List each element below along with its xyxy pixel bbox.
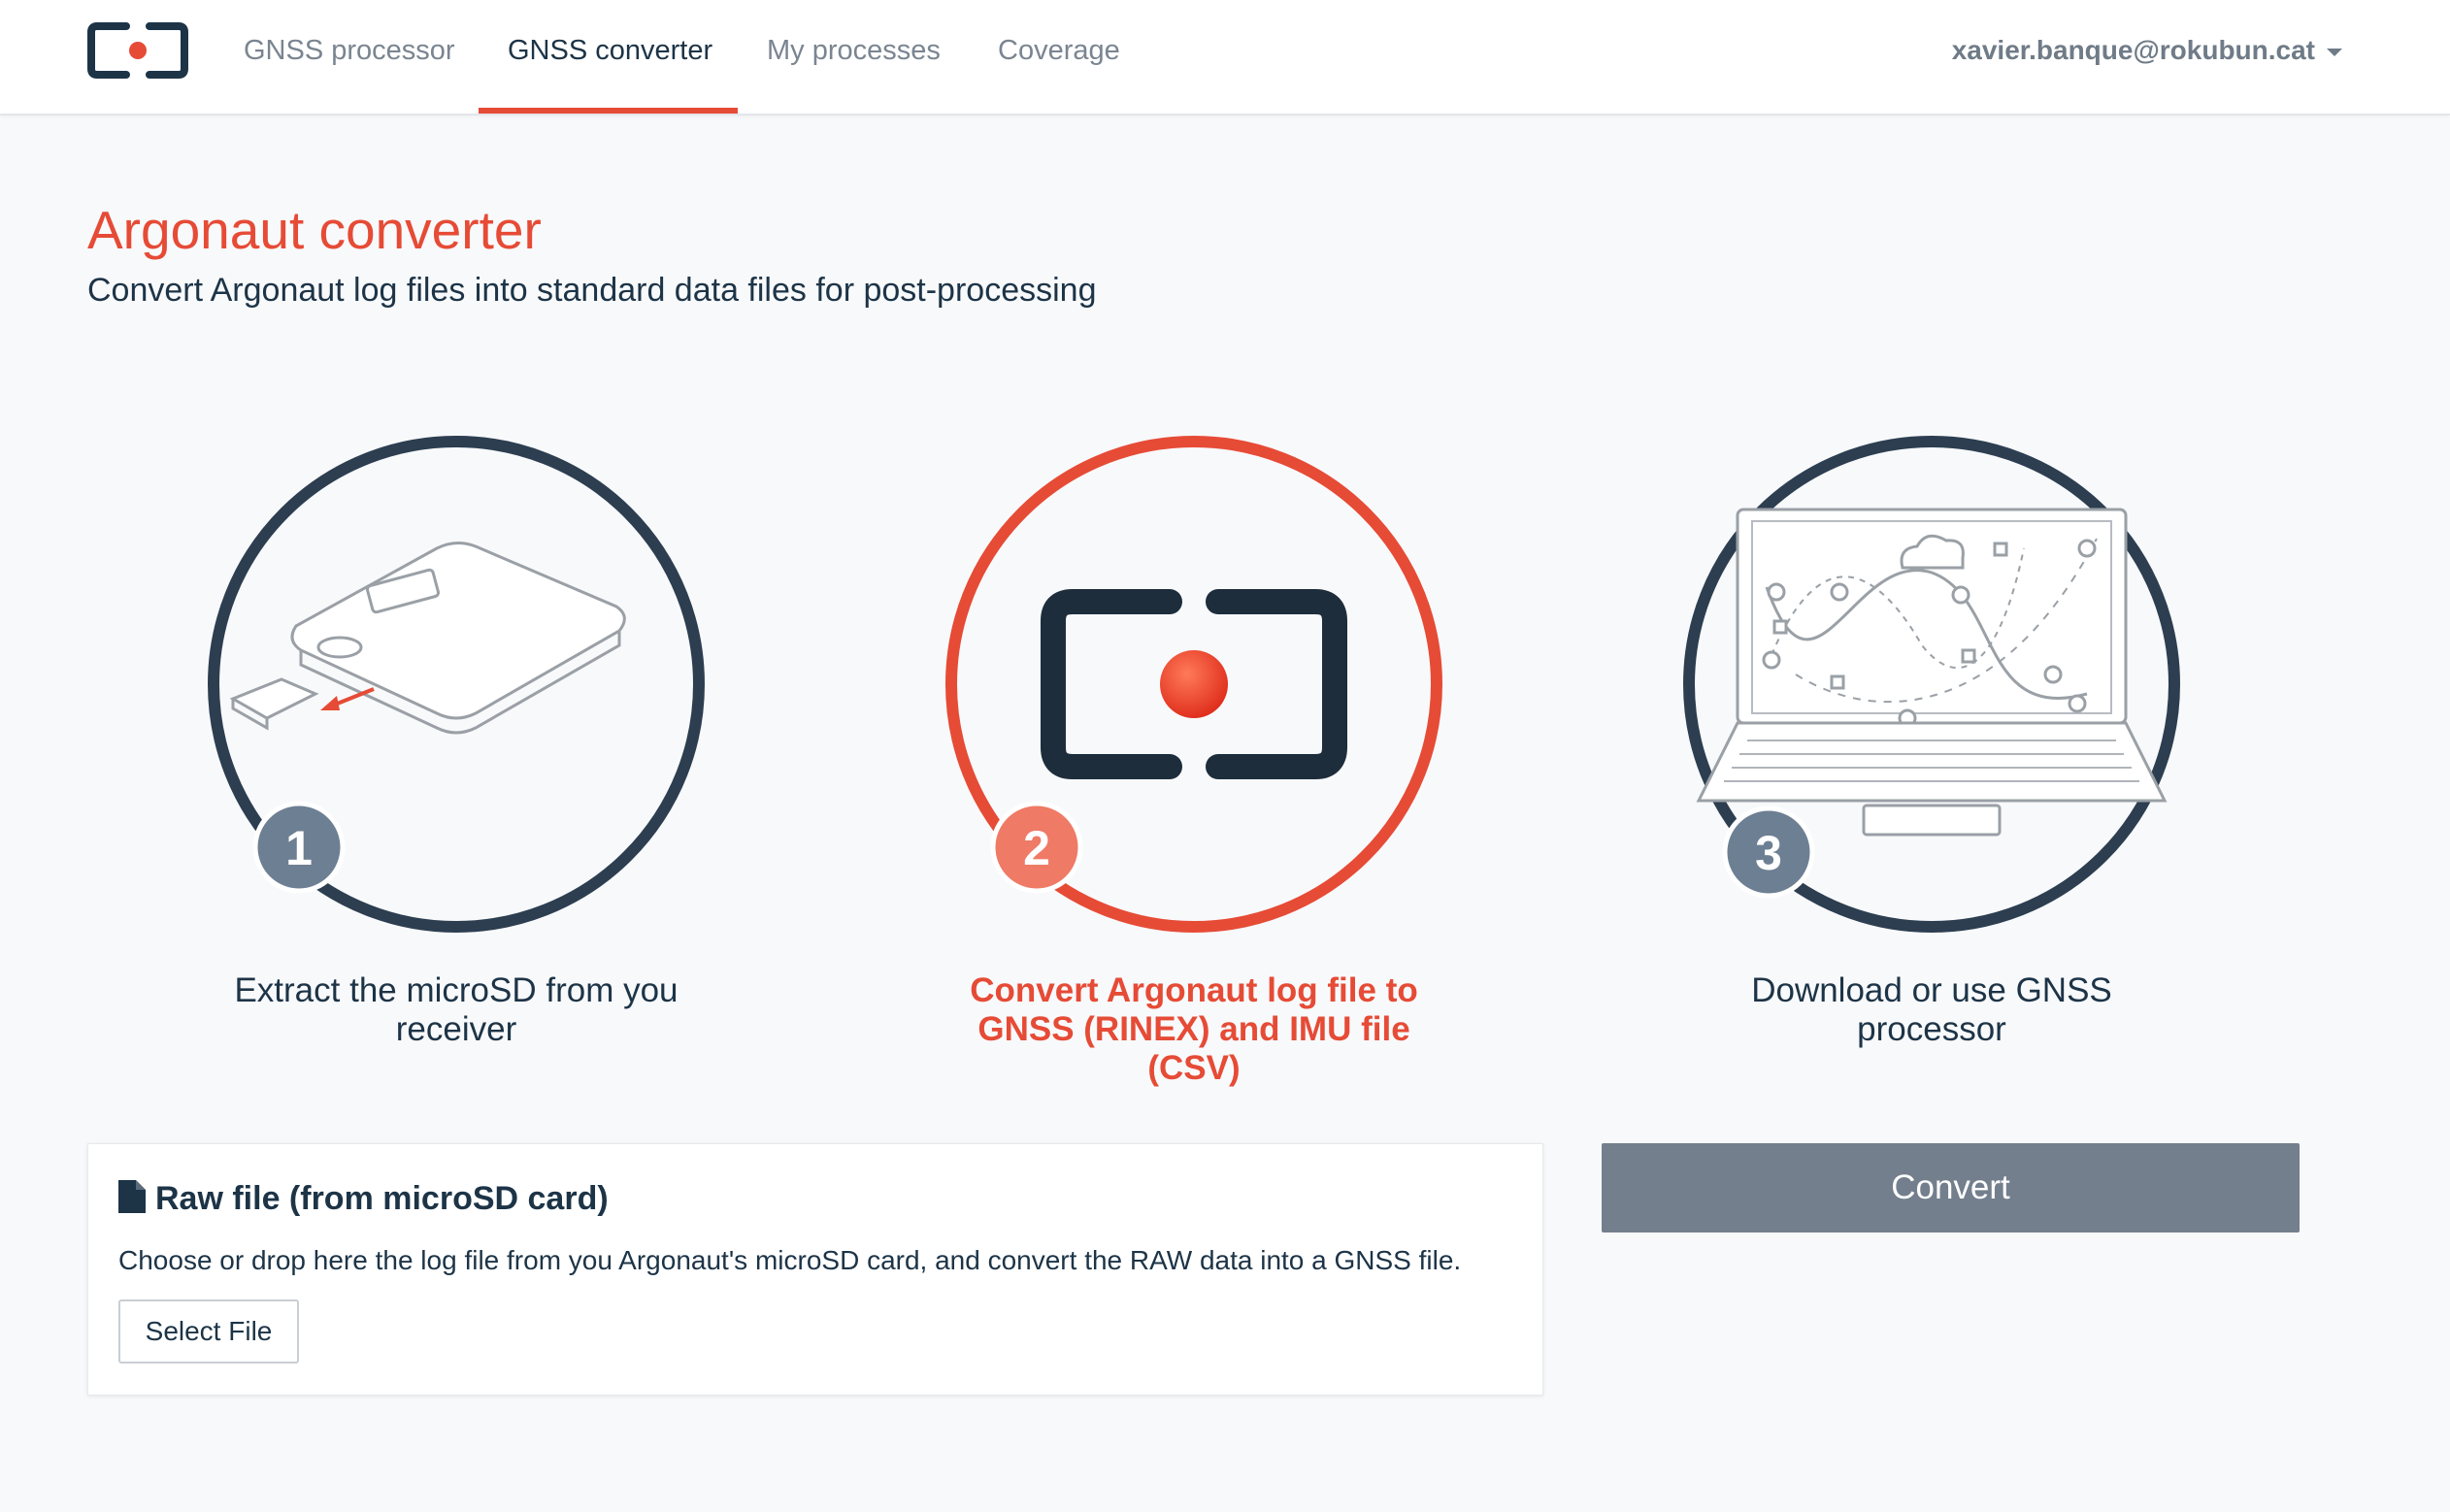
step-3: 3 Download or use GNSS processor: [1679, 432, 2184, 1049]
step-1: 1 Extract the microSD from you receiver: [204, 432, 709, 1049]
select-file-button[interactable]: Select File: [118, 1299, 299, 1364]
step-3-badge: 3: [1755, 826, 1782, 880]
top-navbar: GNSS processor GNSS converter My process…: [0, 0, 2450, 115]
file-icon: [118, 1180, 146, 1213]
rokubun-logo-large-icon: 2: [945, 436, 1442, 933]
receiver-sd-card-icon: 1: [208, 436, 705, 933]
step-2-label: Convert Argonaut log file to GNSS (RINEX…: [970, 971, 1418, 1087]
user-email: xavier.banque@rokubun.cat: [1951, 35, 2315, 65]
laptop-map-icon: 3: [1683, 436, 2180, 933]
nav-coverage[interactable]: Coverage: [998, 0, 1120, 114]
raw-file-title-text: Raw file (from microSD card): [155, 1180, 609, 1217]
nav-gnss-converter[interactable]: GNSS converter: [508, 0, 712, 114]
raw-file-description: Choose or drop here the log file from yo…: [118, 1245, 1462, 1275]
page-subtitle: Convert Argonaut log files into standard…: [87, 272, 1097, 309]
convert-button[interactable]: Convert: [1602, 1143, 2300, 1233]
raw-file-dropzone[interactable]: Raw file (from microSD card) Choose or d…: [87, 1143, 1543, 1396]
step-2: 2 Convert Argonaut log file to GNSS (RIN…: [942, 432, 1446, 1088]
step-2-badge: 2: [1023, 821, 1050, 875]
step-1-label: Extract the microSD from you receiver: [234, 971, 679, 1048]
caret-down-icon: [2327, 48, 2342, 56]
step-3-label: Download or use GNSS processor: [1751, 971, 2112, 1048]
step-1-badge: 1: [285, 821, 313, 875]
rokubun-logo-icon[interactable]: [87, 21, 188, 80]
active-tab-indicator: [479, 108, 738, 114]
nav-gnss-processor[interactable]: GNSS processor: [244, 0, 455, 114]
user-menu[interactable]: xavier.banque@rokubun.cat: [1952, 0, 2342, 101]
nav-my-processes[interactable]: My processes: [767, 0, 941, 114]
raw-file-title: Raw file (from microSD card): [118, 1180, 609, 1218]
page-title: Argonaut converter: [87, 200, 542, 260]
